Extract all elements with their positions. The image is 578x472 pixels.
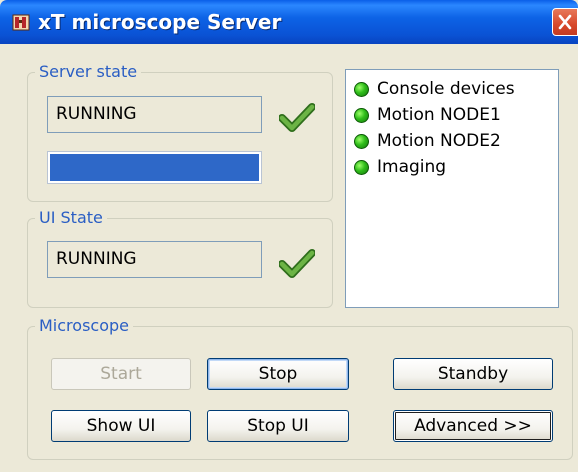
checkmark-icon [279,249,315,278]
status-led-icon [354,107,369,123]
device-status-list[interactable]: Console devices Motion NODE1 Motion NODE… [345,69,559,308]
ui-state-label: UI State [35,208,107,227]
list-item[interactable]: Motion NODE1 [354,103,501,127]
server-window: xT microscope Server Server state RUNNIN… [0,0,578,472]
stop-button[interactable]: Stop [207,358,349,390]
window-title: xT microscope Server [38,10,282,34]
device-label: Motion NODE1 [377,105,501,125]
list-item[interactable]: Motion NODE2 [354,129,501,153]
server-progress-bar [47,151,262,184]
list-item[interactable]: Console devices [354,77,515,101]
start-button[interactable]: Start [51,358,191,390]
ui-status-field: RUNNING [47,241,262,278]
status-led-icon [354,133,369,149]
title-bar[interactable]: xT microscope Server [0,0,578,44]
device-label: Imaging [377,157,447,177]
microscope-label: Microscope [35,316,133,335]
status-led-icon [354,159,369,175]
server-state-label: Server state [35,62,142,81]
app-icon [12,14,30,31]
close-icon [558,14,572,30]
advanced-button[interactable]: Advanced >> [393,410,553,442]
checkmark-icon [279,103,315,132]
stop-ui-button[interactable]: Stop UI [207,410,349,442]
list-item[interactable]: Imaging [354,155,446,179]
device-label: Motion NODE2 [377,131,501,151]
status-led-icon [354,81,369,97]
show-ui-button[interactable]: Show UI [51,410,191,442]
server-progress-fill [50,154,259,181]
server-status-field: RUNNING [47,96,262,133]
close-button[interactable] [552,8,578,36]
standby-button[interactable]: Standby [393,358,553,390]
device-label: Console devices [377,79,515,99]
